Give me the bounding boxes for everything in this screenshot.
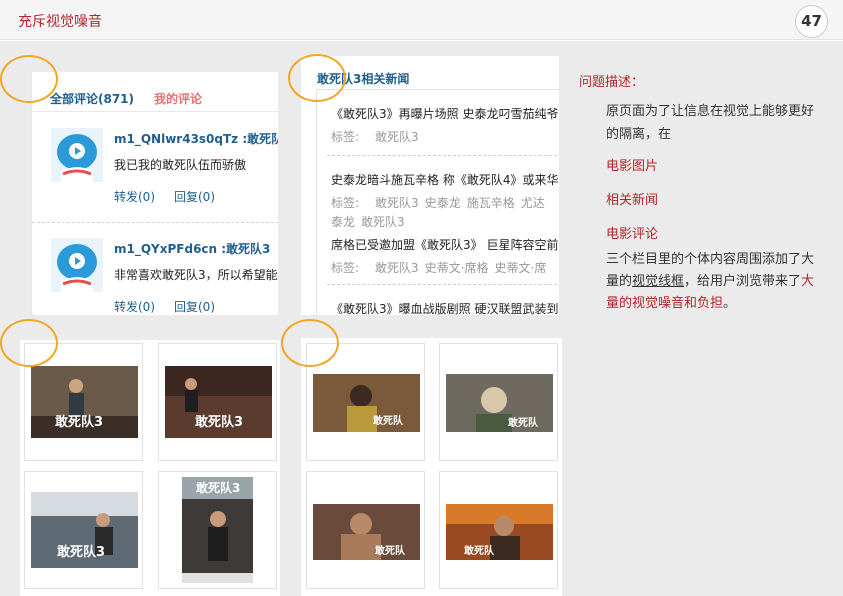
movie-thumbnail[interactable]: 敢死队3 [24, 471, 143, 589]
tag-link[interactable]: 敢死队3 [375, 261, 419, 275]
news-tags-continued: 泰龙 敢死队3 [331, 213, 411, 230]
emphasis-red: 大 [801, 274, 815, 289]
comment-user[interactable]: m1_QNlwr43s0qTz :敢死队3 [114, 130, 278, 147]
comment-text: 非常喜欢敢死队3，所以希望能行 [114, 268, 278, 282]
poster-caption: 敢死队 [373, 414, 404, 427]
description-text: 量的视觉噪音和负担。 [606, 292, 736, 311]
highlight-marker [281, 319, 339, 367]
poster-caption: 敢死队3 [57, 544, 105, 560]
highlight-marker [288, 54, 346, 102]
movie-photo-gallery-left: 敢死队3 敢死队3 敢死队3 敢死队3 [20, 340, 280, 596]
tag-link[interactable]: 尤达 [521, 196, 545, 210]
news-tags: 标签: 敢死队3 史蒂文·席格 史蒂文·席 [331, 259, 552, 276]
comment-panel: 全部评论(871) 我的评论 m1_QNlwr43s0qTz :敢死队3 我已我… [31, 72, 278, 315]
highlight-marker [0, 55, 58, 103]
tab-all-comments[interactable]: 全部评论(871) [50, 90, 134, 107]
reply-link[interactable]: 回复(0) [174, 188, 215, 205]
news-panel: 敢死队3相关新闻 《敢死队3》再曝片场照 史泰龙叼雪茄纯爷 标签: 敢死队3 史泰… [301, 56, 559, 315]
news-headline[interactable]: 席格已受邀加盟《敢死队3》 巨星阵容空前 [331, 236, 558, 253]
comment-user[interactable]: m1_QYxPFd6cn :敢死队3 [114, 240, 270, 257]
tab-my-comments[interactable]: 我的评论 [154, 90, 202, 107]
section-name-news: 相关新闻 [606, 193, 659, 208]
tag-label: 标签: [331, 261, 360, 275]
page-title: 充斥视觉噪音 [18, 14, 102, 30]
tag-link[interactable]: 施瓦辛格 [467, 196, 515, 210]
movie-still-image: 敢死队 [446, 374, 553, 432]
tag-link[interactable]: 史泰龙 [425, 196, 461, 210]
divider [327, 155, 559, 156]
movie-thumbnail[interactable]: 敢死队3 [158, 471, 277, 589]
page-number-badge: 47 [795, 5, 828, 38]
poster-caption: 敢死队 [464, 544, 495, 557]
divider [327, 284, 559, 285]
poster-caption: 敢死队3 [196, 480, 240, 495]
emphasis-red: 量的视觉噪音和负担 [606, 296, 724, 311]
description-text: 原页面为了让信息在视觉上能够更好 [606, 104, 815, 119]
movie-still-image: 敢死队3 [165, 366, 272, 438]
highlight-marker [0, 319, 58, 367]
poster-caption: 敢死队3 [195, 414, 243, 430]
news-tags: 标签: 敢死队3 [331, 128, 425, 145]
tag-link[interactable]: 史蒂文·席格 [425, 261, 489, 275]
tag-link[interactable]: 敢死队3 [361, 215, 405, 229]
description-text: 的隔离，在 [606, 127, 672, 142]
movie-still-image: 敢死队 [446, 504, 553, 560]
section-name-photos: 电影图片 [606, 159, 659, 174]
comment-text: 我已我的敢死队伍而骄傲 [114, 158, 247, 172]
news-headline[interactable]: 《敢死队3》再曝片场照 史泰龙叼雪茄纯爷 [331, 105, 558, 122]
forward-link[interactable]: 转发(0) [114, 188, 155, 205]
poster-caption: 敢死队 [375, 544, 406, 557]
movie-still-image: 敢死队 [313, 374, 420, 432]
tag-link[interactable]: 史蒂文·席 [495, 261, 547, 275]
movie-photo-gallery-right: 敢死队 敢死队 敢死队 敢死队 [301, 338, 562, 596]
poster-caption: 敢死队3 [55, 414, 103, 430]
poster-caption: 敢死队 [508, 416, 539, 429]
header-bar: 充斥视觉噪音 47 [0, 0, 843, 40]
movie-thumbnail[interactable]: 敢死队 [306, 471, 425, 589]
avatar[interactable] [51, 238, 103, 292]
movie-thumbnail[interactable]: 敢死队 [439, 471, 558, 589]
movie-still-image: 敢死队 [313, 504, 420, 560]
tag-link[interactable]: 敢死队3 [375, 130, 419, 144]
description-text: 三个栏目里的个体内容周围添加了大 [606, 252, 815, 267]
tag-label: 标签: [331, 130, 360, 144]
comment-tabs: 全部评论(871) 我的评论 [32, 72, 278, 112]
tag-link[interactable]: 敢死队3 [375, 196, 419, 210]
news-headline[interactable]: 史泰龙暗斗施瓦辛格 称《敢死队4》或来华 [331, 171, 558, 188]
text-segment: 。 [723, 296, 737, 311]
avatar[interactable] [51, 128, 103, 182]
emphasis-underline: 视觉线框 [632, 274, 685, 289]
divider [32, 222, 278, 223]
news-headline[interactable]: 《敢死队3》曝血战版剧照 硬汉联盟武装到 [331, 300, 558, 315]
text-segment: 量的 [606, 274, 633, 289]
news-tags: 标签: 敢死队3 史泰龙 施瓦辛格 尤达 [331, 194, 551, 211]
tag-link[interactable]: 泰龙 [331, 215, 355, 229]
description-label: 问题描述： [579, 75, 645, 90]
forward-link[interactable]: 转发(0) [114, 298, 155, 315]
movie-still-image: 敢死队3 [31, 492, 138, 568]
movie-thumbnail[interactable]: 敢死队3 [158, 343, 277, 461]
movie-still-image: 敢死队3 [31, 366, 138, 438]
description-text: 量的视觉线框，给用户浏览带来了大 [606, 270, 814, 289]
section-name-reviews: 电影评论 [606, 227, 659, 242]
movie-poster-image: 敢死队3 [182, 477, 253, 583]
text-segment: ，给用户浏览带来了 [684, 274, 802, 289]
reply-link[interactable]: 回复(0) [174, 298, 215, 315]
tag-label: 标签: [331, 196, 360, 210]
movie-thumbnail[interactable]: 敢死队 [439, 343, 558, 461]
